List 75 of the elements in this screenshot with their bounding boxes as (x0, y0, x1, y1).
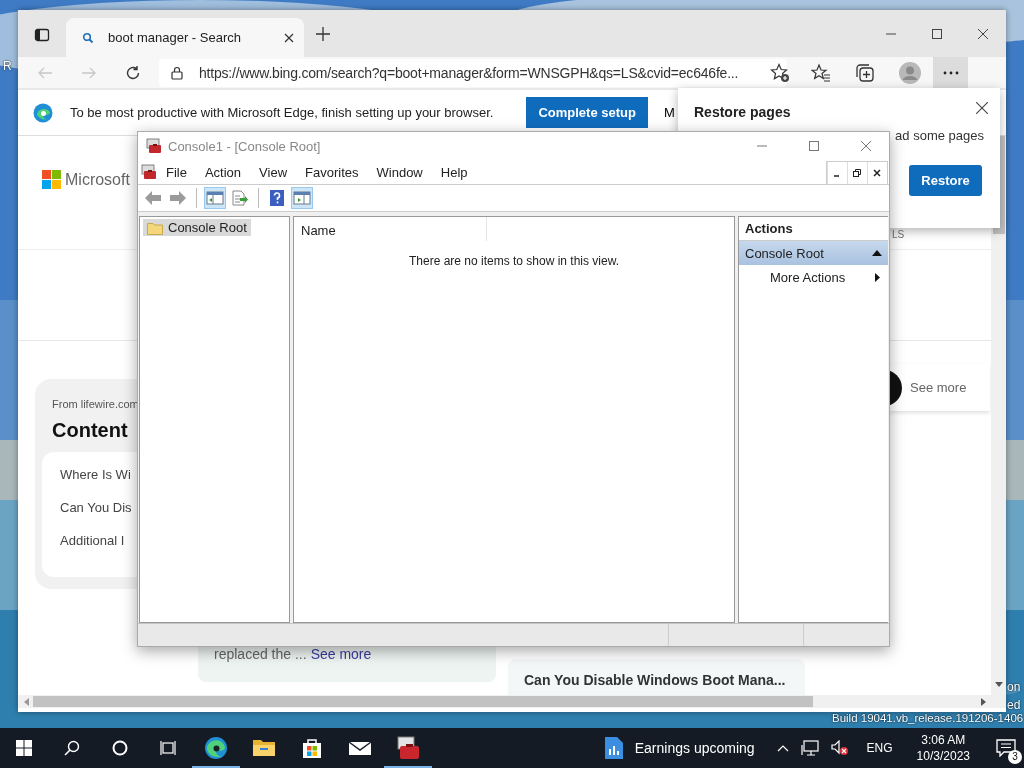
collections-icon[interactable] (855, 62, 875, 83)
popup-title: Restore pages (694, 104, 791, 120)
empty-message: There are no items to show in this view. (408, 254, 620, 268)
show-tree-button[interactable] (204, 187, 226, 209)
window-title: Console1 - [Console Root] (168, 138, 321, 154)
desktop-icon-label: ed (1007, 698, 1021, 712)
complete-setup-button[interactable]: Complete setup (526, 97, 648, 128)
tab-label[interactable]: LS (892, 229, 905, 240)
actions-section-header[interactable]: Console Root (739, 241, 888, 265)
scroll-right-icon[interactable] (981, 697, 986, 706)
show-hidden-icons-icon[interactable] (776, 744, 789, 752)
close-icon[interactable] (978, 29, 988, 39)
language-indicator[interactable]: ENG (866, 741, 893, 755)
maybe-later-button[interactable]: M (663, 105, 675, 120)
logo-text: Microsoft (65, 170, 130, 189)
desktop-icon-label: on (1007, 680, 1021, 694)
menu-item[interactable]: Favorites (305, 164, 359, 180)
folder-icon (147, 220, 163, 235)
cortana-circle-icon[interactable] (112, 740, 128, 756)
volume-muted-icon[interactable] (830, 740, 849, 756)
column-header[interactable]: Name (294, 217, 487, 241)
menu-item[interactable]: Window (376, 164, 423, 180)
action-item[interactable]: More Actions (739, 265, 888, 289)
tab-actions-icon[interactable] (34, 27, 50, 43)
collapse-arrow-icon (872, 250, 882, 256)
menu-item[interactable]: Help (440, 164, 468, 180)
close-icon[interactable] (976, 102, 988, 114)
task-view-icon[interactable] (160, 740, 176, 756)
address-bar[interactable]: https://www.bing.com/search?q=boot+manager&form=WNSGPH&qs=LS&cvid=ec646fe... (159, 58, 787, 87)
scrollbar-thumb[interactable] (33, 696, 813, 707)
refresh-icon[interactable] (125, 64, 141, 81)
maximize-icon[interactable] (809, 141, 819, 151)
maximize-icon[interactable] (932, 29, 942, 39)
menu-item[interactable]: Action (204, 164, 242, 180)
card-title[interactable]: Can You Disable Windows Boot Mana... (524, 672, 786, 688)
news-widget[interactable]: Earnings upcoming (604, 737, 755, 759)
restore-button[interactable]: Restore (909, 165, 982, 196)
toolbox-icon (146, 138, 162, 154)
toolbox-icon[interactable] (141, 164, 157, 180)
add-favorite-icon[interactable] (770, 62, 791, 83)
new-tab-icon[interactable] (316, 27, 330, 41)
search-icon (82, 31, 94, 44)
info-message: To be most productive with Microsoft Edge, finish setting up your browser. (70, 105, 494, 120)
see-more-link[interactable]: See more (310, 646, 372, 662)
microsoft-logo-icon (42, 170, 61, 189)
favorites-icon[interactable] (811, 62, 831, 83)
menu-item[interactable]: View (259, 164, 288, 180)
more-icon (942, 70, 959, 75)
menu-item[interactable]: File (166, 164, 187, 180)
contents-link[interactable]: Where Is Wi (60, 467, 131, 482)
start-windows-icon[interactable] (16, 740, 32, 756)
lock-icon (171, 65, 183, 80)
chart-document-icon (604, 737, 623, 759)
source-text: From lifewire.com (52, 398, 140, 410)
contents-link[interactable]: Can You Dis (60, 500, 132, 515)
tree-node[interactable]: Console Root (143, 219, 251, 236)
close-icon[interactable] (284, 32, 294, 43)
contents-heading: Content (52, 419, 129, 442)
popup-message: ad some pages (895, 128, 984, 143)
snippet-text: replaced the ... (214, 646, 307, 662)
build-watermark-text: Build 19041.vb_release.191206-1406 (832, 712, 1024, 724)
export-list-button[interactable] (229, 187, 251, 209)
browser-tab[interactable]: boot manager - Search (66, 18, 304, 57)
action-pane-button[interactable] (291, 187, 313, 209)
contents-link[interactable]: Additional I (60, 533, 125, 548)
network-icon[interactable] (800, 740, 819, 756)
see-more-link[interactable]: See more (910, 380, 967, 395)
notification-count-badge: 3 (1008, 750, 1022, 764)
edge-logo-icon (33, 102, 53, 123)
profile-avatar-icon[interactable] (899, 61, 921, 84)
search-icon[interactable] (64, 740, 80, 756)
scroll-down-icon[interactable] (994, 682, 1003, 687)
submenu-arrow-icon (875, 272, 880, 282)
horizontal-scrollbar[interactable] (18, 695, 1006, 708)
clock[interactable]: 3:06 AM 10/3/2023 (916, 733, 970, 763)
